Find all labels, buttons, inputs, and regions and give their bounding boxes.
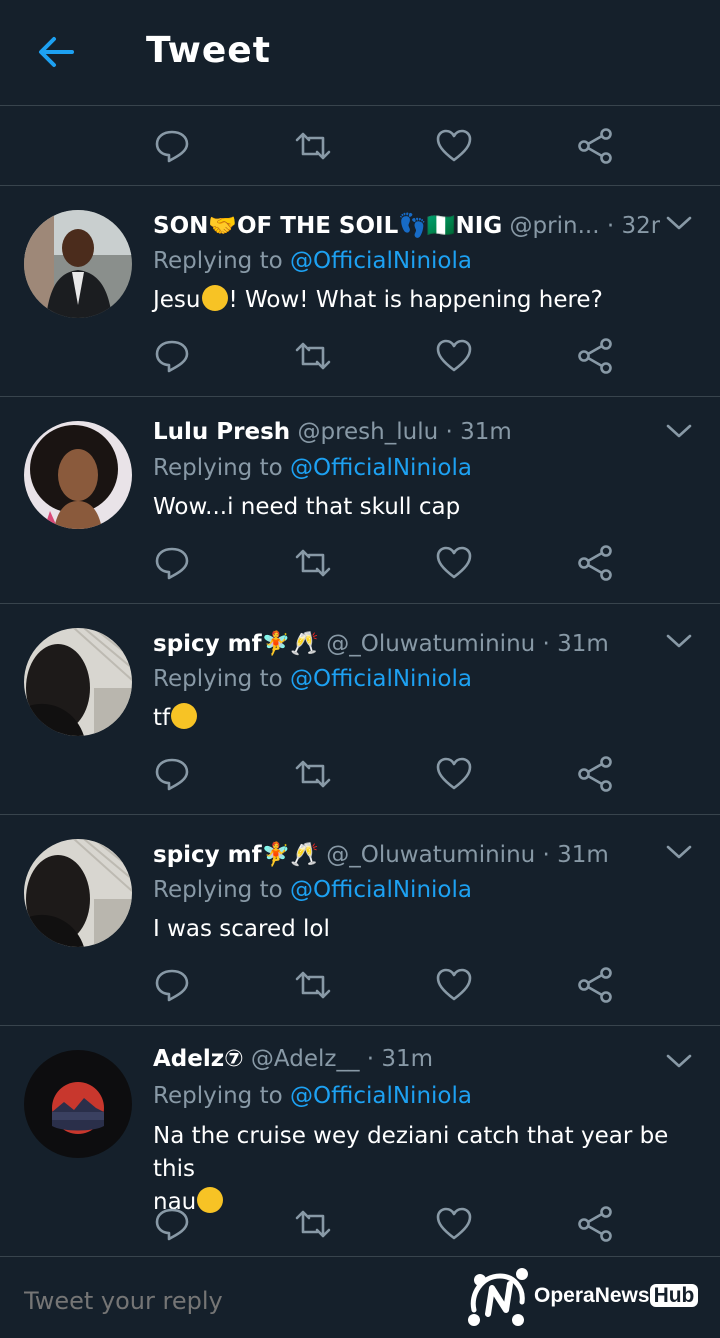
mention-link[interactable]: @OfficialNiniola <box>290 877 472 903</box>
chevron-down-icon[interactable] <box>664 1046 694 1076</box>
tweet-item[interactable]: Lulu Presh @presh_lulu · 31m Replying to… <box>0 397 720 603</box>
retweet-icon[interactable] <box>293 754 333 794</box>
display-name[interactable]: spicy mf🧚🥂 <box>153 842 319 868</box>
avatar[interactable] <box>24 628 132 736</box>
reply-icon[interactable] <box>152 336 192 376</box>
tweet-actions <box>0 326 720 386</box>
retweet-icon[interactable] <box>293 336 333 376</box>
mention-link[interactable]: @OfficialNiniola <box>290 666 472 692</box>
share-icon[interactable] <box>575 543 615 583</box>
share-icon[interactable] <box>575 1204 615 1244</box>
like-icon[interactable] <box>434 1204 474 1244</box>
tweet-text: I was scared lol <box>153 916 330 942</box>
timestamp: · 31m <box>445 419 512 445</box>
top-bar: Tweet <box>0 0 720 106</box>
mention-link[interactable]: @OfficialNiniola <box>290 1083 472 1109</box>
like-icon[interactable] <box>434 965 474 1005</box>
chevron-down-icon[interactable] <box>664 837 694 867</box>
like-icon[interactable] <box>434 754 474 794</box>
replying-to-label: Replying to <box>153 455 290 481</box>
watermark-hub: Hub <box>649 1284 699 1307</box>
operanews-logo-icon <box>468 1268 528 1326</box>
tweet-actions <box>0 744 720 804</box>
tweet-actions <box>0 533 720 593</box>
tweet-text: Jesu ! Wow! What is happening here? <box>153 284 694 317</box>
timestamp: · 31m <box>366 1046 434 1072</box>
reply-icon[interactable] <box>152 754 192 794</box>
mention-link[interactable]: @OfficialNiniola <box>290 248 472 274</box>
tweet-text-part: ! Wow! What is happening here? <box>228 287 603 313</box>
tweet-actions <box>0 955 720 1015</box>
avatar[interactable] <box>24 839 132 947</box>
reply-input[interactable] <box>24 1287 344 1315</box>
reply-icon[interactable] <box>152 965 192 1005</box>
share-icon[interactable] <box>575 965 615 1005</box>
share-icon[interactable] <box>575 336 615 376</box>
avatar[interactable] <box>24 210 132 318</box>
tweet-header: SON🤝OF THE SOIL👣🇳🇬NIG @prin... · 32m <box>153 212 660 239</box>
like-icon[interactable] <box>434 126 474 166</box>
share-icon[interactable] <box>575 126 615 166</box>
tweet-header: spicy mf🧚🥂 @_Oluwatumininu · 31m <box>153 630 660 657</box>
avatar[interactable] <box>24 1050 132 1158</box>
tweet-item[interactable]: SON🤝OF THE SOIL👣🇳🇬NIG @prin... · 32m Rep… <box>0 186 720 396</box>
display-name[interactable]: Adelz⑦ <box>153 1046 244 1072</box>
display-name[interactable]: SON🤝OF THE SOIL👣🇳🇬NIG <box>153 213 502 239</box>
chevron-down-icon[interactable] <box>664 626 694 656</box>
tweet-text-part: Jesu <box>153 287 201 313</box>
retweet-icon[interactable] <box>293 1204 333 1244</box>
reply-icon[interactable] <box>152 1204 192 1244</box>
tweet-item[interactable]: spicy mf🧚🥂 @_Oluwatumininu · 31m Replyin… <box>0 604 720 814</box>
replying-to: Replying to @OfficialNiniola <box>153 455 472 481</box>
replying-to: Replying to @OfficialNiniola <box>153 1083 472 1109</box>
tweet-text: Wow...i need that skull cap <box>153 494 461 520</box>
mention-link[interactable]: @OfficialNiniola <box>290 455 472 481</box>
avatar[interactable] <box>24 421 132 529</box>
timestamp: · 31m <box>542 842 609 868</box>
timestamp: · 31m <box>542 631 609 657</box>
timestamp: · 32m <box>606 213 660 239</box>
like-icon[interactable] <box>434 336 474 376</box>
user-handle[interactable]: @presh_lulu <box>297 419 438 445</box>
replying-to: Replying to @OfficialNiniola <box>153 666 472 692</box>
tweet-text-part: tf <box>153 705 171 731</box>
retweet-icon[interactable] <box>293 543 333 583</box>
replying-to: Replying to @OfficialNiniola <box>153 877 472 903</box>
face-with-hand-over-mouth-icon <box>201 285 228 311</box>
tweet-text: tf <box>153 702 694 735</box>
tears-of-joy-icon <box>171 703 198 729</box>
operanews-hub-watermark: OperaNews Hub <box>466 1262 720 1332</box>
user-handle[interactable]: @_Oluwatumininu <box>326 631 535 657</box>
watermark-label: OperaNews Hub <box>534 1284 699 1308</box>
tweet-header: Lulu Presh @presh_lulu · 31m <box>153 419 660 445</box>
chevron-down-icon[interactable] <box>664 208 694 238</box>
share-icon[interactable] <box>575 754 615 794</box>
user-handle[interactable]: @Adelz__ <box>251 1046 360 1072</box>
retweet-icon[interactable] <box>293 965 333 1005</box>
reply-icon[interactable] <box>152 126 192 166</box>
back-arrow-icon[interactable] <box>34 30 78 74</box>
replying-to-label: Replying to <box>153 248 290 274</box>
replying-to: Replying to @OfficialNiniola <box>153 248 472 274</box>
tweet-text-line: Na the cruise wey deziani catch that yea… <box>153 1123 669 1182</box>
parent-tweet-actions <box>0 116 720 176</box>
replying-to-label: Replying to <box>153 666 290 692</box>
user-handle[interactable]: @prin... <box>510 213 600 239</box>
like-icon[interactable] <box>434 543 474 583</box>
user-handle[interactable]: @_Oluwatumininu <box>326 842 535 868</box>
tweet-item[interactable]: Adelz⑦ @Adelz__ · 31m Replying to @Offic… <box>0 1026 720 1255</box>
watermark-brand: OperaNews <box>534 1284 650 1307</box>
retweet-icon[interactable] <box>293 126 333 166</box>
replying-to-label: Replying to <box>153 1083 290 1109</box>
tweet-header: spicy mf🧚🥂 @_Oluwatumininu · 31m <box>153 841 660 868</box>
display-name[interactable]: spicy mf🧚🥂 <box>153 631 319 657</box>
page-title: Tweet <box>146 30 271 71</box>
tweet-actions <box>0 1194 720 1254</box>
display-name[interactable]: Lulu Presh <box>153 419 290 445</box>
replying-to-label: Replying to <box>153 877 290 903</box>
reply-icon[interactable] <box>152 543 192 583</box>
chevron-down-icon[interactable] <box>664 416 694 446</box>
tweet-item[interactable]: spicy mf🧚🥂 @_Oluwatumininu · 31m Replyin… <box>0 815 720 1025</box>
tweet-header: Adelz⑦ @Adelz__ · 31m <box>153 1046 660 1072</box>
